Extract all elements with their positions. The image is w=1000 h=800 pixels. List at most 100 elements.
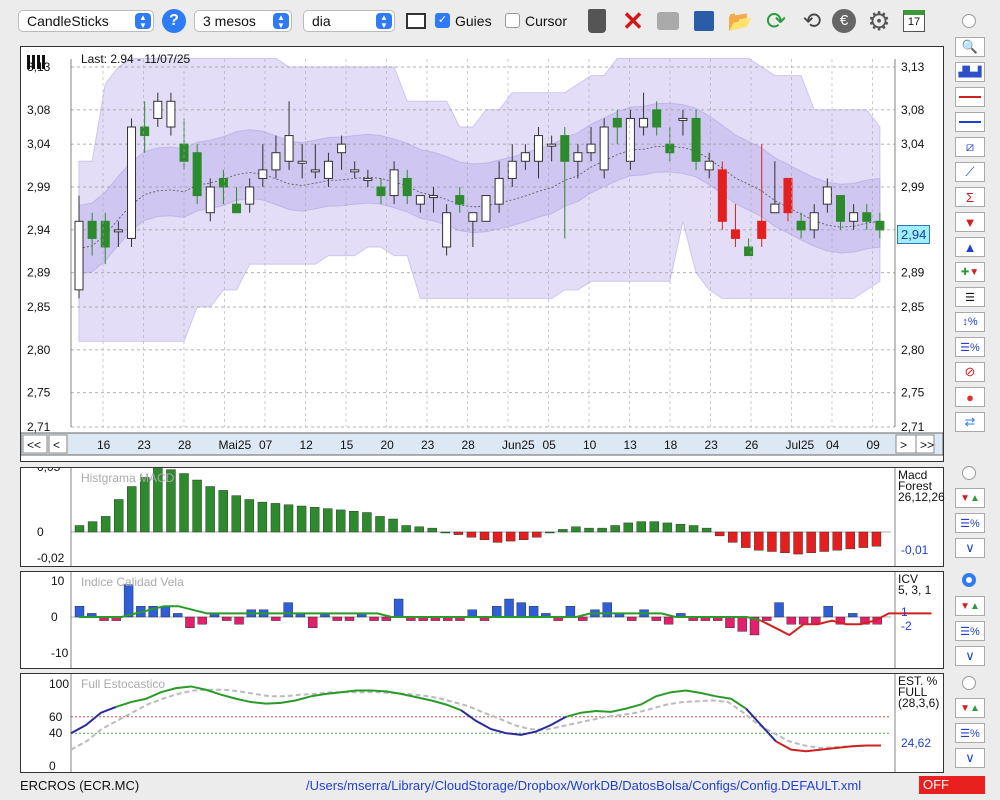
signal-arrows-icon: ▼▲ <box>960 702 980 714</box>
sync-button[interactable]: ⟲ <box>798 6 826 36</box>
save-button[interactable] <box>690 6 718 36</box>
macd-signals-button[interactable]: ▼▲ <box>955 488 985 508</box>
swap-button[interactable]: ⇄ <box>955 412 985 432</box>
macd-bar <box>545 531 555 534</box>
candle-body <box>822 186 832 205</box>
config-path-link[interactable]: /Users/mserra/Library/CloudStorage/Dropb… <box>306 778 861 793</box>
up-arrow-button[interactable]: ▲ <box>955 237 985 257</box>
panel-select-radio-macd[interactable] <box>962 466 976 480</box>
sigma-icon: Σ <box>965 189 975 205</box>
candle-body <box>481 195 491 222</box>
x-tick-label: 18 <box>664 438 678 452</box>
percent-lines-button[interactable]: ☰% <box>955 337 985 357</box>
x-tick-label: 28 <box>462 438 476 452</box>
no-signal-button[interactable]: ⊘ <box>955 362 985 382</box>
candle-body <box>415 195 425 205</box>
nav-label: << <box>27 438 41 452</box>
panel-select-radio-main[interactable] <box>962 14 976 28</box>
refresh-button[interactable]: ⟳ <box>762 6 790 36</box>
icv-bar <box>774 602 784 618</box>
down-arrow-button[interactable]: ▼ <box>955 212 985 232</box>
candle-body <box>455 195 465 205</box>
calendar-button[interactable]: 17 <box>900 6 928 36</box>
add-signals-button[interactable]: ✚ ▼ <box>955 262 985 282</box>
macd-bar <box>127 486 137 533</box>
blue-line-button[interactable] <box>955 112 985 132</box>
print-button[interactable] <box>654 6 682 36</box>
percent-lines-icon: ☰% <box>960 727 980 740</box>
guides-label: Guies <box>455 13 492 29</box>
candle-body <box>442 212 452 248</box>
candle-body <box>796 220 806 231</box>
icv-bar <box>737 616 747 632</box>
settings-button[interactable]: ⚙ <box>865 6 893 36</box>
candle-body <box>494 177 504 205</box>
candle-body <box>153 100 163 119</box>
trend-line-button[interactable]: ⟋ <box>955 162 985 182</box>
macd-bar <box>113 499 124 533</box>
trash-icon <box>588 9 606 33</box>
period-select[interactable]: 3 mesos ▲ ▼ <box>194 10 292 32</box>
cursor-checkbox[interactable] <box>505 13 520 28</box>
stoch-k-line-blue2 <box>460 709 567 736</box>
icv-bar <box>577 616 588 621</box>
candle-body <box>284 135 294 162</box>
price-chart-svg[interactable]: 3,133,133,083,083,043,042,992,992,942,94… <box>21 47 943 461</box>
macd-percent-button[interactable]: ☰% <box>955 513 985 533</box>
icv-curve-button[interactable]: ∨ <box>955 646 985 666</box>
record-button[interactable]: ● <box>955 387 985 407</box>
candle-body <box>573 152 583 162</box>
panel-select-radio-stoch[interactable] <box>962 676 976 690</box>
candle-body <box>547 143 557 147</box>
status-off-badge[interactable]: OFF <box>919 776 985 794</box>
candle-body <box>599 126 609 171</box>
x-tick-label: 20 <box>381 438 395 452</box>
icv-side-value2: -2 <box>901 619 912 633</box>
candle-body <box>678 117 688 121</box>
macd-bar <box>518 531 529 541</box>
x-tick-label: 23 <box>421 438 435 452</box>
icv-signals-button[interactable]: ▼▲ <box>955 596 985 616</box>
volume-button[interactable]: ▟▙▟ <box>955 62 985 82</box>
chart-settings-button[interactable] <box>402 6 430 36</box>
guides-checkbox[interactable]: ✓ <box>435 13 450 28</box>
stoch-percent-button[interactable]: ☰% <box>955 723 985 743</box>
stoch-curve-button[interactable]: ∨ <box>955 748 985 768</box>
stoch-signals-button[interactable]: ▼▲ <box>955 698 985 718</box>
nav-label: >> <box>920 438 934 452</box>
fibonacci-button[interactable]: Σ <box>955 187 985 207</box>
macd-bar <box>728 531 738 543</box>
sync-icon: ⟲ <box>802 8 822 33</box>
candle-body <box>179 143 189 162</box>
candle-body <box>245 186 255 205</box>
scale-percent-button[interactable]: ↕% <box>955 312 985 332</box>
y-tick-right: 2,71 <box>901 420 925 434</box>
macd-bar <box>688 525 699 533</box>
interval-select[interactable]: dia ▲ ▼ <box>303 10 395 32</box>
delete-button[interactable]: ✕ <box>619 6 647 36</box>
panel-select-radio-icv[interactable] <box>962 573 976 587</box>
y-tick-left: 2,80 <box>27 343 51 357</box>
select-arrow-icon: ▲ ▼ <box>135 13 151 30</box>
zoom-button[interactable]: 🔍 <box>955 37 985 57</box>
candle-body <box>258 169 268 179</box>
chart-type-select[interactable]: CandleSticks ▲ ▼ <box>18 10 154 32</box>
currency-button[interactable]: € <box>830 6 858 36</box>
macd-side-value: -0,01 <box>901 543 929 557</box>
icv-bar <box>332 616 342 621</box>
icv-bar <box>651 616 662 621</box>
icv-bar <box>381 616 392 621</box>
bars-icon <box>27 55 49 69</box>
macd-bar <box>283 504 294 533</box>
macd-curve-button[interactable]: ∨ <box>955 538 985 558</box>
candle-body <box>310 169 320 173</box>
icv-percent-button[interactable]: ☰% <box>955 621 985 641</box>
curve-icon: ∨ <box>965 648 975 663</box>
red-line-button[interactable] <box>955 87 985 107</box>
help-button[interactable]: ? <box>160 6 188 36</box>
open-button[interactable]: 📂 <box>726 6 754 36</box>
grid-lines-button[interactable]: ☰ <box>955 287 985 307</box>
icv-bar <box>504 598 514 618</box>
trend-channel-button[interactable]: ⧄ <box>955 137 985 157</box>
trash-button[interactable] <box>583 6 611 36</box>
